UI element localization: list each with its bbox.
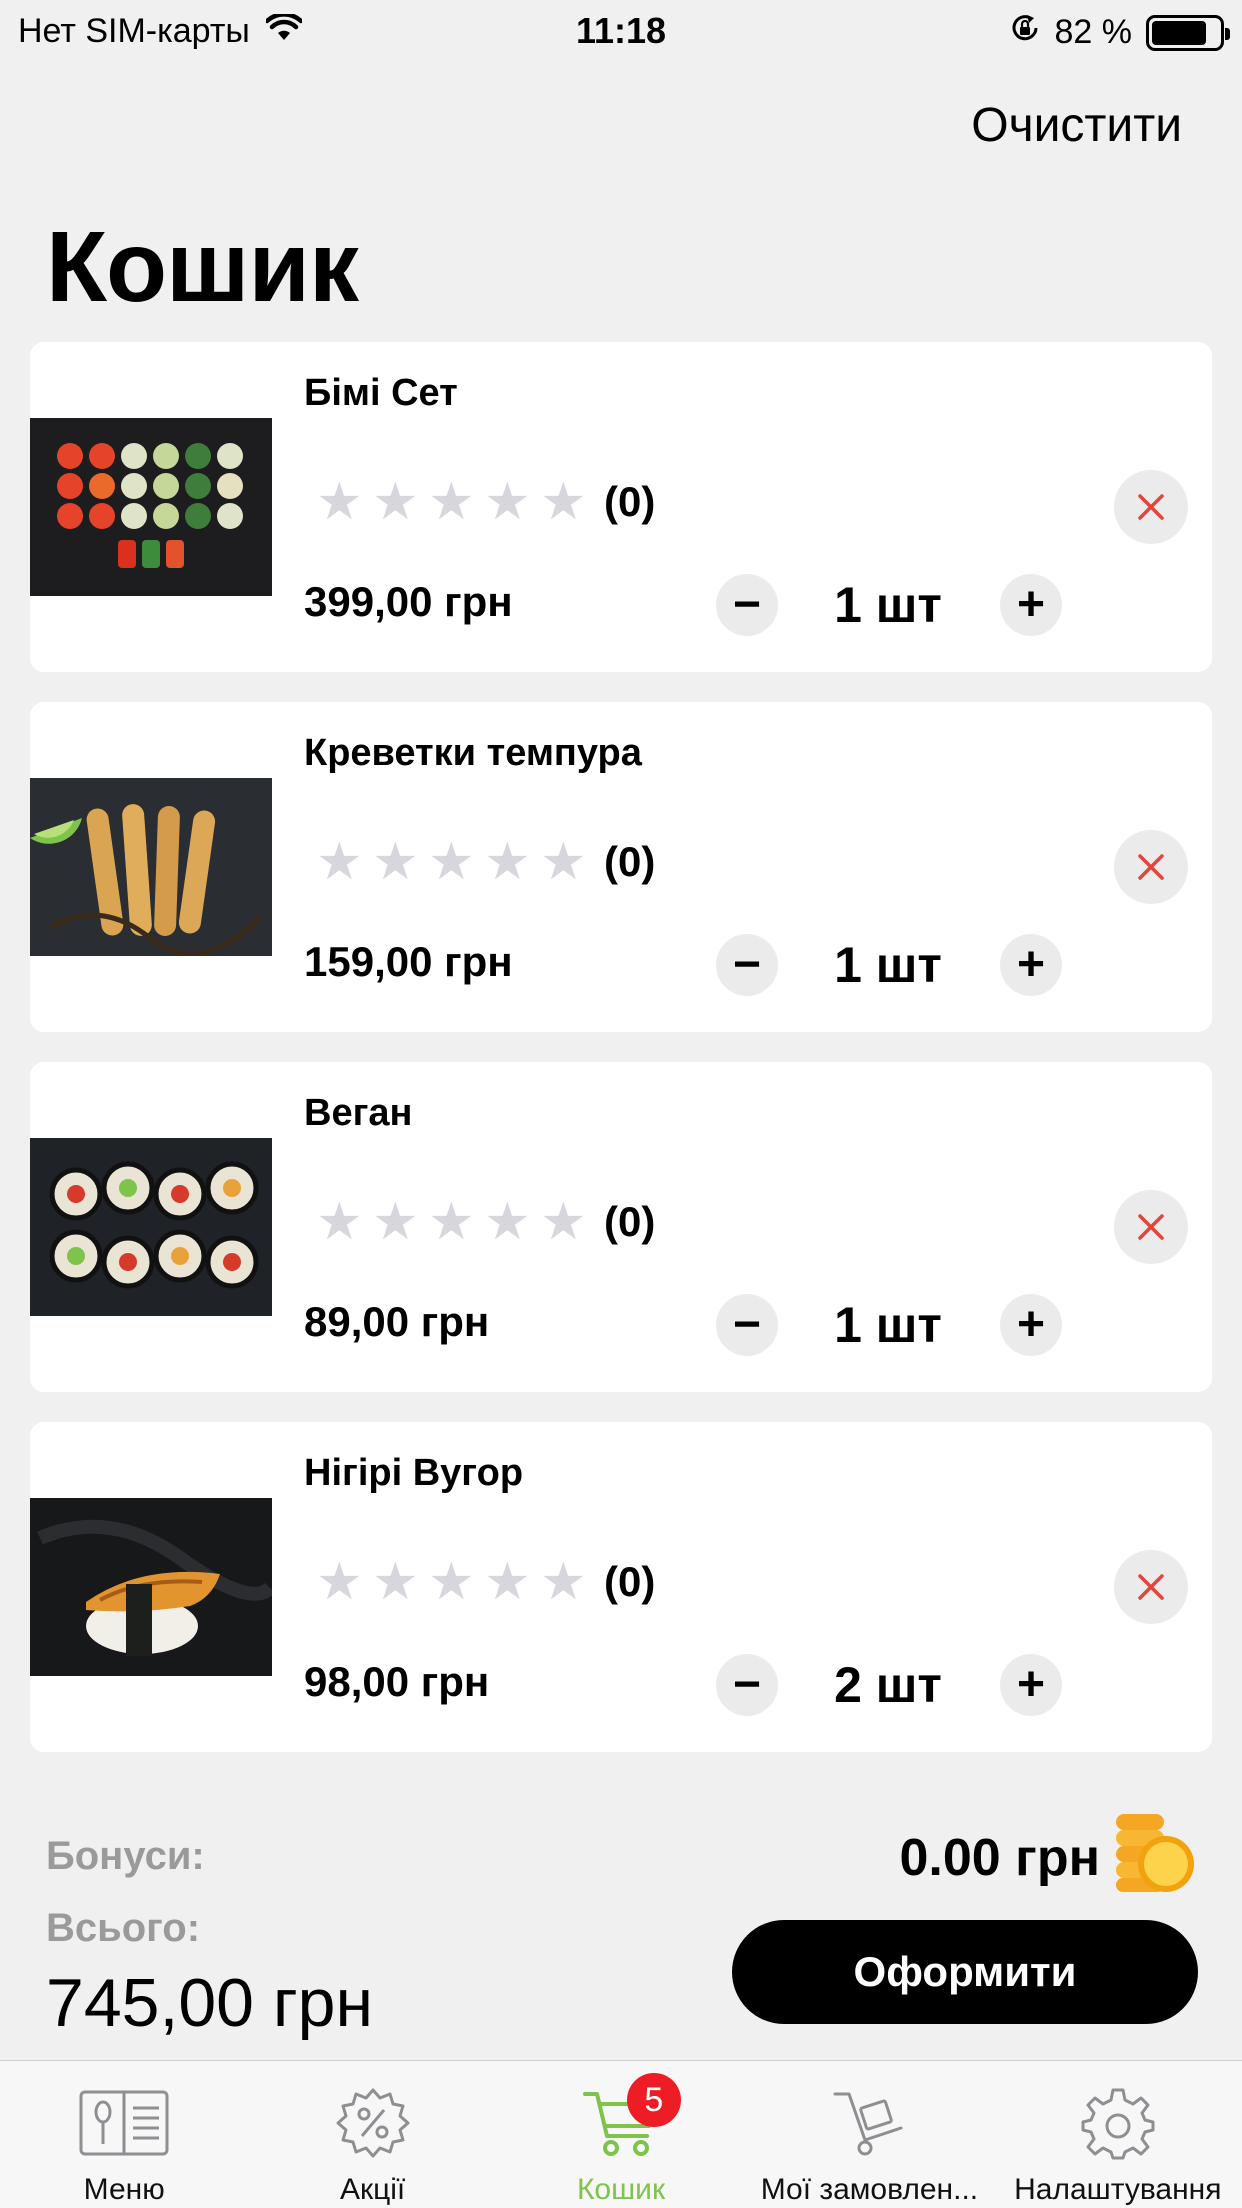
- decrease-quantity-button[interactable]: −: [716, 1654, 778, 1716]
- bonus-value: 0.00 грн: [899, 1829, 1100, 1887]
- discount-gear-icon: [336, 2081, 410, 2165]
- item-name: Нігірі Вугор: [304, 1452, 524, 1494]
- cart-item: Бімі Сет ★ ★ ★ ★ ★ (0) 399,00 грн − 1 шт…: [30, 342, 1212, 672]
- close-icon: [1138, 854, 1164, 880]
- star-icon: ★: [316, 1553, 363, 1611]
- tab-bar: Меню Акції 5 Кошик Мої замовлен... Налаш…: [0, 2060, 1242, 2208]
- cart-item: Веган ★ ★ ★ ★ ★ (0) 89,00 грн − 1 шт +: [30, 1062, 1212, 1392]
- item-price: 399,00 грн: [304, 578, 513, 625]
- orientation-lock-icon: [1009, 12, 1041, 53]
- star-icon: ★: [540, 1553, 587, 1611]
- rating-count: (0): [604, 478, 656, 525]
- total-label: Всього:: [46, 1906, 201, 1950]
- rating: ★ ★ ★ ★ ★ (0): [316, 1196, 655, 1248]
- decrease-quantity-button[interactable]: −: [716, 1294, 778, 1356]
- star-icon: ★: [540, 473, 587, 531]
- tab-label: Меню: [83, 2173, 165, 2206]
- star-icon: ★: [484, 833, 531, 891]
- page-title: Кошик: [46, 211, 359, 323]
- remove-item-button[interactable]: [1114, 470, 1188, 544]
- product-image-sushi-set: [30, 418, 272, 596]
- status-bar: Нет SIM-карты 11:18 82 %: [0, 0, 1242, 62]
- checkout-button[interactable]: Оформити: [732, 1920, 1198, 2024]
- quantity-value: 2 шт: [834, 1657, 942, 1713]
- product-image-vegan-rolls: [30, 1138, 272, 1316]
- star-icon: ★: [484, 1553, 531, 1611]
- close-icon: [1138, 1214, 1164, 1240]
- star-icon: ★: [316, 1193, 363, 1251]
- tab-label: Мої замовлен...: [760, 2173, 979, 2206]
- increase-quantity-button[interactable]: +: [1000, 1294, 1062, 1356]
- menu-book-icon: [79, 2081, 169, 2165]
- star-icon: ★: [428, 1553, 475, 1611]
- rating: ★ ★ ★ ★ ★ (0): [316, 836, 655, 888]
- cart-list: Бімі Сет ★ ★ ★ ★ ★ (0) 399,00 грн − 1 шт…: [30, 342, 1212, 1782]
- star-icon: ★: [372, 1193, 419, 1251]
- star-icon: ★: [540, 833, 587, 891]
- rating: ★ ★ ★ ★ ★ (0): [316, 476, 655, 528]
- product-image-eel-nigiri: [30, 1498, 272, 1676]
- cart-badge: 5: [626, 2073, 681, 2127]
- clear-cart-button[interactable]: Очистити: [971, 98, 1182, 153]
- item-price: 89,00 грн: [304, 1298, 490, 1345]
- star-icon: ★: [372, 833, 419, 891]
- status-right: 82 %: [1009, 12, 1230, 53]
- item-price: 159,00 грн: [304, 938, 513, 985]
- star-icon: ★: [484, 473, 531, 531]
- star-icon: ★: [372, 473, 419, 531]
- decrease-quantity-button[interactable]: −: [716, 574, 778, 636]
- battery-percent: 82 %: [1054, 13, 1133, 51]
- item-name: Веган: [304, 1092, 413, 1134]
- star-icon: ★: [316, 833, 363, 891]
- bonus-label: Бонуси:: [46, 1834, 205, 1878]
- star-icon: ★: [428, 1193, 475, 1251]
- total-value: 745,00 грн: [46, 1965, 374, 2041]
- increase-quantity-button[interactable]: +: [1000, 1654, 1062, 1716]
- tab-my-orders[interactable]: Мої замовлен...: [745, 2061, 993, 2208]
- rating-count: (0): [604, 1558, 656, 1605]
- remove-item-button[interactable]: [1114, 830, 1188, 904]
- item-price: 98,00 грн: [304, 1658, 490, 1705]
- close-icon: [1138, 494, 1164, 520]
- rating-count: (0): [604, 1198, 656, 1245]
- decrease-quantity-button[interactable]: −: [716, 934, 778, 996]
- star-icon: ★: [372, 1553, 419, 1611]
- tab-settings[interactable]: Налаштування: [994, 2061, 1242, 2208]
- increase-quantity-button[interactable]: +: [1000, 934, 1062, 996]
- remove-item-button[interactable]: [1114, 1190, 1188, 1264]
- tab-label: Акції: [339, 2173, 406, 2206]
- quantity-value: 1 шт: [834, 577, 942, 633]
- quantity-value: 1 шт: [834, 937, 942, 993]
- tab-promotions[interactable]: Акції: [248, 2061, 496, 2208]
- star-icon: ★: [428, 473, 475, 531]
- tab-label: Налаштування: [1014, 2173, 1222, 2206]
- remove-item-button[interactable]: [1114, 1550, 1188, 1624]
- item-name: Бімі Сет: [304, 372, 458, 414]
- settings-icon: [1081, 2081, 1155, 2165]
- rating: ★ ★ ★ ★ ★ (0): [316, 1556, 655, 1608]
- item-name: Креветки темпура: [304, 732, 642, 774]
- star-icon: ★: [540, 1193, 587, 1251]
- tab-label: Кошик: [576, 2173, 666, 2206]
- coins-icon: [1112, 1810, 1198, 1901]
- delivery-cart-icon: [831, 2081, 907, 2165]
- cart-item: Нігірі Вугор ★ ★ ★ ★ ★ (0) 98,00 грн − 2…: [30, 1422, 1212, 1752]
- quantity-value: 1 шт: [834, 1297, 942, 1353]
- battery-level: [1152, 20, 1207, 45]
- increase-quantity-button[interactable]: +: [1000, 574, 1062, 636]
- star-icon: ★: [316, 473, 363, 531]
- star-icon: ★: [428, 833, 475, 891]
- rating-count: (0): [604, 838, 656, 885]
- product-image-tempura-shrimp: [30, 778, 272, 956]
- battery-icon: [1146, 14, 1230, 51]
- cart-item: Креветки темпура ★ ★ ★ ★ ★ (0) 159,00 гр…: [30, 702, 1212, 1032]
- star-icon: ★: [484, 1193, 531, 1251]
- tab-cart[interactable]: 5 Кошик: [497, 2061, 745, 2208]
- close-icon: [1138, 1574, 1164, 1600]
- tab-menu[interactable]: Меню: [0, 2061, 248, 2208]
